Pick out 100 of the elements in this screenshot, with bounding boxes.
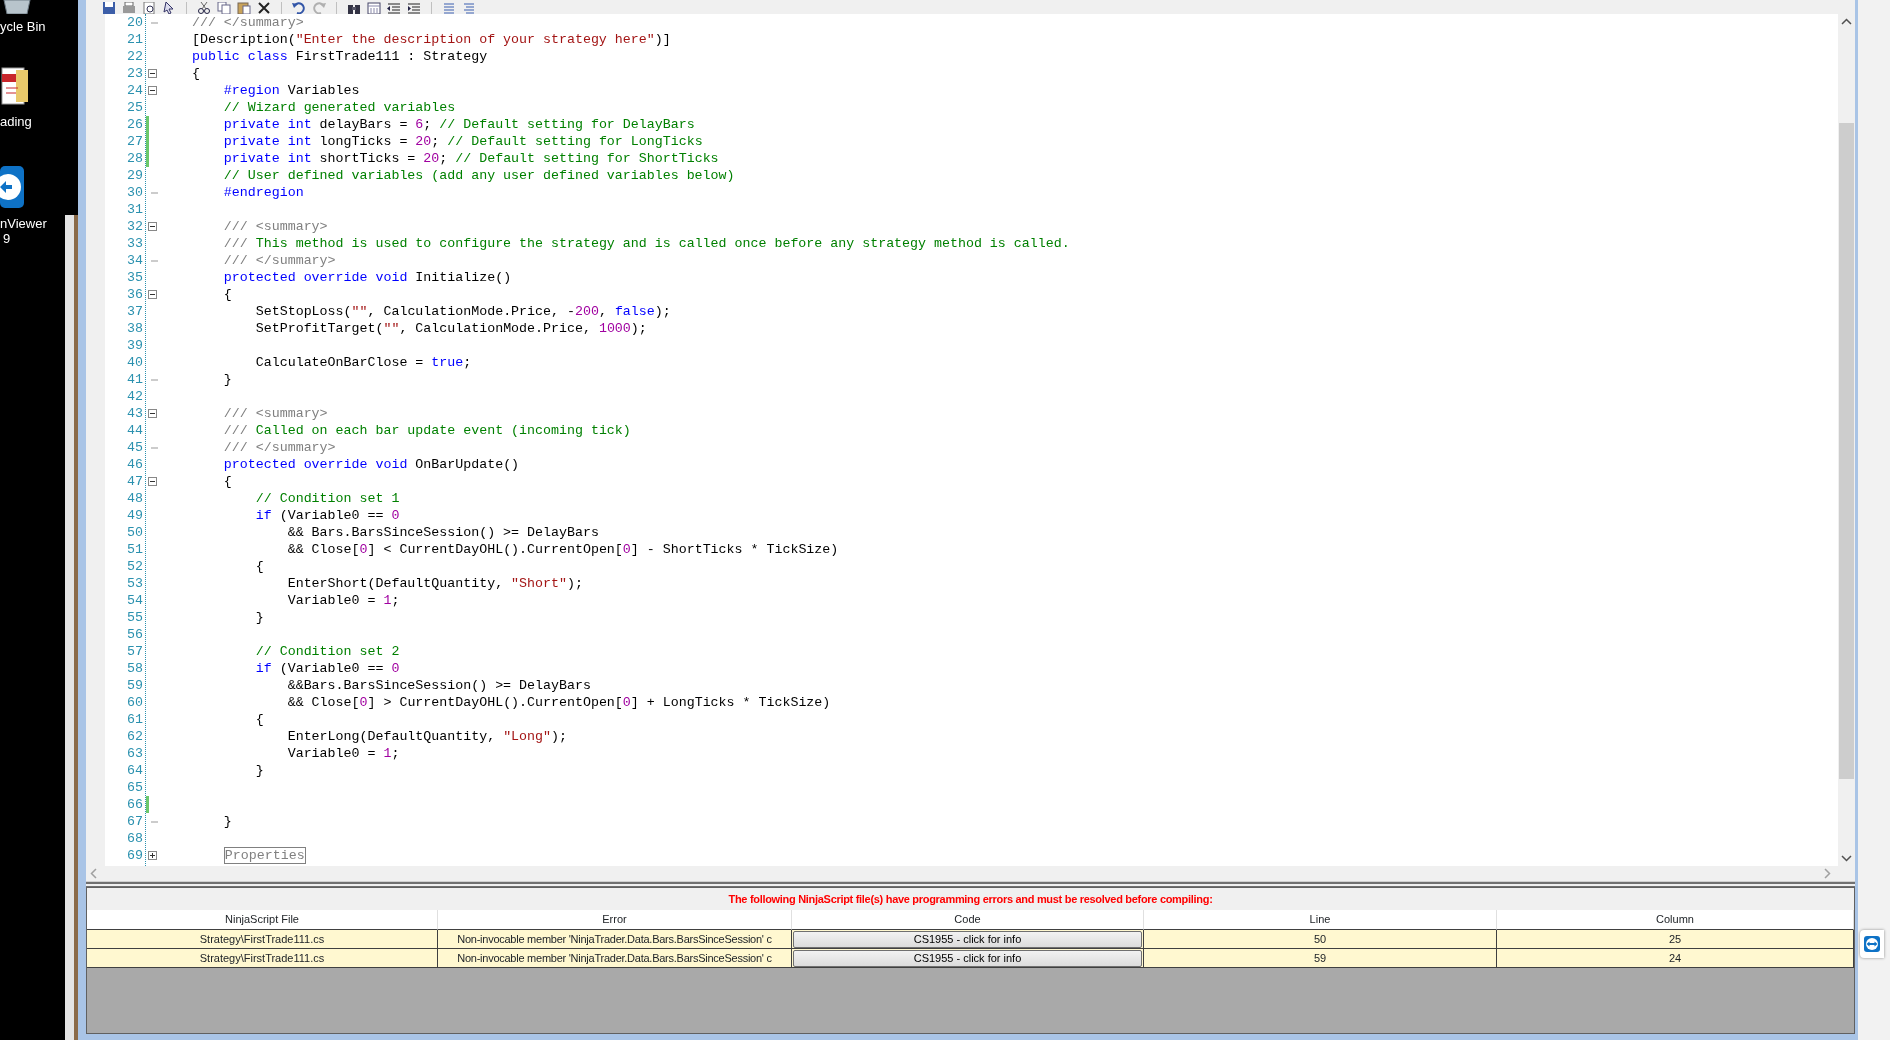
save-icon[interactable]: [102, 2, 116, 14]
paste-icon[interactable]: [237, 2, 251, 14]
scissors-icon[interactable]: [197, 2, 211, 14]
line-number: 24: [126, 82, 144, 99]
line-number: 50: [126, 524, 144, 541]
code-line: /// </summary>: [190, 14, 305, 31]
collapse-icon[interactable]: [148, 69, 157, 78]
code-line: /// <summary>: [222, 218, 329, 235]
code-line: EnterShort(DefaultQuantity, "Short");: [286, 575, 584, 592]
document-icon[interactable]: [0, 66, 30, 108]
line-number: 60: [126, 694, 144, 711]
column-header: Line: [1144, 910, 1497, 930]
line-number: 40: [126, 354, 144, 371]
line-number: 51: [126, 541, 144, 558]
delete-icon[interactable]: [257, 2, 271, 14]
line-number: 20: [126, 14, 144, 31]
line-number: 65: [126, 779, 144, 796]
line-number: 46: [126, 456, 144, 473]
column-header: Error: [438, 910, 792, 930]
code-line: [Description("Enter the description of your strategy here")]: [190, 31, 672, 48]
line-number: 55: [126, 609, 144, 626]
line-number: 25: [126, 99, 144, 116]
code-line: && Close[0] < CurrentDayOHL().CurrentOpen[0] - ShortTicks * TickSize): [286, 541, 840, 558]
code-line: protected override void Initialize(): [222, 269, 513, 286]
print-preview-icon[interactable]: [142, 2, 156, 14]
line-number: 27: [126, 133, 144, 150]
undo-icon[interactable]: [292, 2, 306, 14]
code-line: }: [222, 813, 233, 830]
line-number: 66: [126, 796, 144, 813]
code-line: {: [254, 711, 265, 728]
error-code-button[interactable]: CS1955 - click for info: [793, 950, 1142, 967]
line-number: 45: [126, 439, 144, 456]
copy-icon[interactable]: [217, 2, 231, 14]
collapse-icon[interactable]: [148, 86, 157, 95]
column-header: NinjaScript File: [87, 910, 438, 930]
calendar-icon[interactable]: [367, 2, 381, 14]
code-line: // Condition set 1: [254, 490, 401, 507]
code-line: /// This method is used to configure the strategy and is called once before any strategy method is called.: [222, 235, 1071, 252]
collapse-icon[interactable]: [148, 477, 157, 486]
table-cell: Non-invocable member 'NinjaTrader.Data.Bars.BarsSinceSession' c: [438, 930, 792, 949]
code-line: if (Variable0 == 0: [254, 507, 401, 524]
line-number: 49: [126, 507, 144, 524]
code-line: Variable0 = 1;: [286, 592, 401, 609]
line-number: 42: [126, 388, 144, 405]
code-line: && Bars.BarsSinceSession() >= DelayBars: [286, 524, 600, 541]
icon-label: ading: [0, 114, 32, 129]
error-code-button[interactable]: CS1955 - click for info: [793, 931, 1142, 948]
table-cell: Strategy\FirstTrade111.cs: [87, 949, 438, 968]
error-message: The following NinjaScript file(s) have programming errors and must be resolved before compiling:: [728, 891, 1213, 907]
code-line: {: [222, 286, 233, 303]
code-line: private int shortTicks = 20; // Default setting for ShortTicks: [222, 150, 720, 167]
icon-label: 9: [2, 231, 12, 246]
line-number: 39: [126, 337, 144, 354]
code-line: private int delayBars = 6; // Default setting for DelayBars: [222, 116, 696, 133]
line-number: 41: [126, 371, 144, 388]
line-number: 52: [126, 558, 144, 575]
code-line: /// </summary>: [222, 252, 337, 269]
code-line: /// <summary>: [222, 405, 329, 422]
indent-icon[interactable]: [407, 2, 421, 14]
recycle-bin-icon[interactable]: [0, 0, 34, 14]
collapse-icon[interactable]: [148, 409, 157, 418]
code-line: /// Called on each bar update event (incoming tick): [222, 422, 632, 439]
table-cell: Strategy\FirstTrade111.cs: [87, 930, 438, 949]
line-number: 47: [126, 473, 144, 490]
icon-label: ycle Bin: [0, 19, 46, 34]
code-line: protected override void OnBarUpdate(): [222, 456, 521, 473]
scroll-thumb[interactable]: [1839, 123, 1854, 779]
printer-icon[interactable]: [122, 2, 136, 14]
line-number: 26: [126, 116, 144, 133]
icon-label: nViewer: [0, 216, 47, 231]
table-cell: 59: [1144, 949, 1497, 968]
code-line: }: [222, 371, 233, 388]
line-number: 54: [126, 592, 144, 609]
column-header: Code: [792, 910, 1144, 930]
table-cell: Non-invocable member 'NinjaTrader.Data.Bars.BarsSinceSession' c: [438, 949, 792, 968]
scroll-up-icon[interactable]: [1841, 18, 1852, 26]
line-number: 29: [126, 167, 144, 184]
code-line: SetStopLoss("", CalculationMode.Price, -200, false);: [254, 303, 672, 320]
scroll-down-icon[interactable]: [1841, 854, 1852, 862]
code-line: #endregion: [222, 184, 305, 201]
column-header: Column: [1497, 910, 1854, 930]
line-number: 34: [126, 252, 144, 269]
code-line: if (Variable0 == 0: [254, 660, 401, 677]
pointer-icon[interactable]: [162, 2, 176, 14]
line-number: 67: [126, 813, 144, 830]
outdent-icon[interactable]: [387, 2, 401, 14]
line-number: 31: [126, 201, 144, 218]
collapse-icon[interactable]: [148, 290, 157, 299]
table-cell: 24: [1497, 949, 1854, 968]
line-number: 62: [126, 728, 144, 745]
expand-icon[interactable]: [148, 851, 157, 860]
line-number: 53: [126, 575, 144, 592]
code-line: {: [222, 473, 233, 490]
table-cell: 25: [1497, 930, 1854, 949]
code-line: {: [190, 65, 201, 82]
line-number: 28: [126, 150, 144, 167]
line-number: 61: [126, 711, 144, 728]
code-line: /// </summary>: [222, 439, 337, 456]
collapse-icon[interactable]: [148, 222, 157, 231]
binoculars-icon[interactable]: [347, 2, 361, 14]
